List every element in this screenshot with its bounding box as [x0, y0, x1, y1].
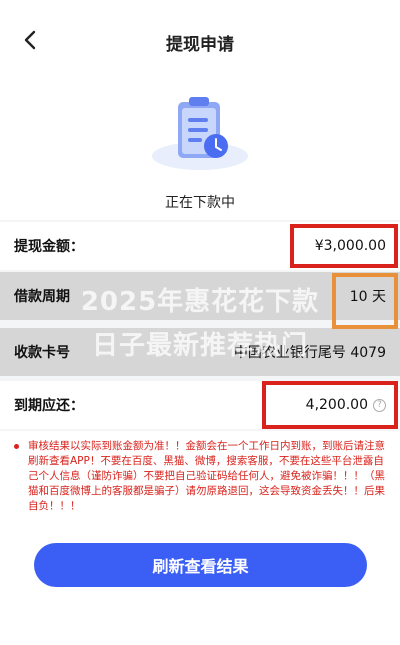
loan-status-text: 正在下款中 — [165, 195, 235, 211]
bank-account-row: 收款卡号 中国农业银行尾号 4079 — [0, 328, 400, 376]
due-highlight-box — [262, 381, 398, 429]
page-title: 提现申请 — [166, 34, 234, 55]
warning-notice: 审核结果以实际到账金额为准！！金额会在一个工作日内到账，到账后请注意刷新查看AP… — [0, 431, 400, 527]
warning-notice-text: 审核结果以实际到账金额为准！！金额会在一个工作日内到账，到账后请注意刷新查看AP… — [28, 440, 385, 512]
warning-notice-text-wrap: 审核结果以实际到账金额为准！！金额会在一个工作日内到账，到账后请注意刷新查看AP… — [14, 439, 386, 514]
refresh-result-button[interactable]: 刷新查看结果 — [34, 543, 367, 587]
clipboard-clock-icon — [152, 97, 248, 170]
period-highlight-box — [332, 273, 398, 329]
amount-highlight-box — [290, 224, 398, 268]
back-button[interactable] — [16, 26, 44, 54]
loan-period-label: 借款周期 — [14, 289, 70, 305]
due-amount-label: 到期应还： — [14, 398, 84, 414]
bottom-action-area: 刷新查看结果 — [0, 527, 400, 645]
chevron-left-icon[interactable] — [23, 30, 37, 50]
bullet-dot-icon — [14, 444, 19, 449]
bank-account-label: 收款卡号 — [14, 345, 70, 361]
top-bar: 提现申请 — [0, 0, 400, 84]
withdraw-amount-label: 提现金额： — [14, 239, 84, 255]
bank-account-value: 中国农业银行尾号 4079 — [233, 345, 386, 361]
status-hero: 正在下款中 — [0, 84, 400, 220]
